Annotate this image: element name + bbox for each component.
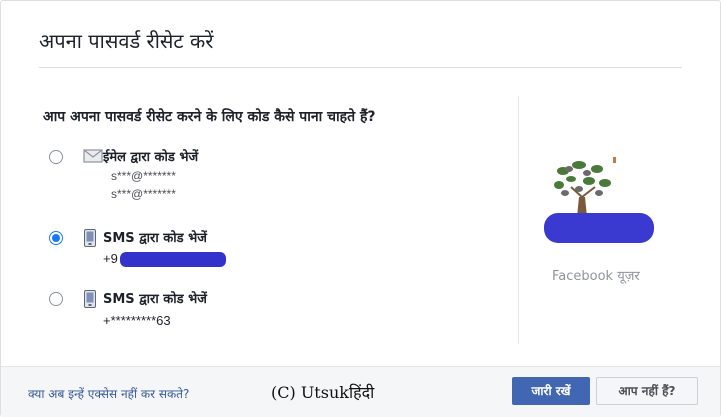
dialog-footer: क्या अब इन्हें एक्सेस नहीं कर सकते? (C) … (1, 366, 720, 417)
option-email-detail-2: s***@******* (111, 187, 176, 201)
redaction-mark (544, 213, 654, 243)
option-sms-2-detail: +*********63 (103, 313, 171, 328)
option-sms-1-detail: +9 (103, 251, 118, 266)
radio-sms-1[interactable] (49, 231, 63, 245)
option-email-detail-1: s***@******* (111, 169, 176, 183)
radio-sms-2[interactable] (49, 292, 63, 306)
option-sms-1-label: SMS द्वारा कोड भेजें (103, 231, 207, 246)
title-divider (39, 67, 682, 68)
vertical-divider (518, 96, 519, 344)
phone-icon (83, 229, 97, 252)
no-access-link[interactable]: क्या अब इन्हें एक्सेस नहीं कर सकते? (28, 385, 189, 402)
reset-password-dialog: अपना पासवर्ड रीसेट करें आप अपना पासवर्ड … (0, 0, 721, 417)
envelope-icon (83, 148, 103, 169)
radio-email[interactable] (49, 150, 63, 164)
dialog-title: अपना पासवर्ड रीसेट करें (39, 29, 214, 53)
profile-user-label: Facebook यूज़र (552, 269, 640, 284)
continue-button[interactable]: जारी रखें (512, 377, 590, 405)
not-you-button[interactable]: आप नहीं हैं? (596, 377, 698, 405)
redaction-mark (120, 252, 226, 267)
avatar (549, 157, 617, 221)
watermark-text: (C) Utsukहिंदी (271, 383, 375, 402)
option-email-label: ईमेल द्वारा कोड भेजें (103, 150, 199, 165)
option-sms-2-label: SMS द्वारा कोड भेजें (103, 292, 207, 307)
reset-question: आप अपना पासवर्ड रीसेट करने के लिए कोड कै… (43, 109, 376, 125)
phone-icon (83, 290, 97, 313)
